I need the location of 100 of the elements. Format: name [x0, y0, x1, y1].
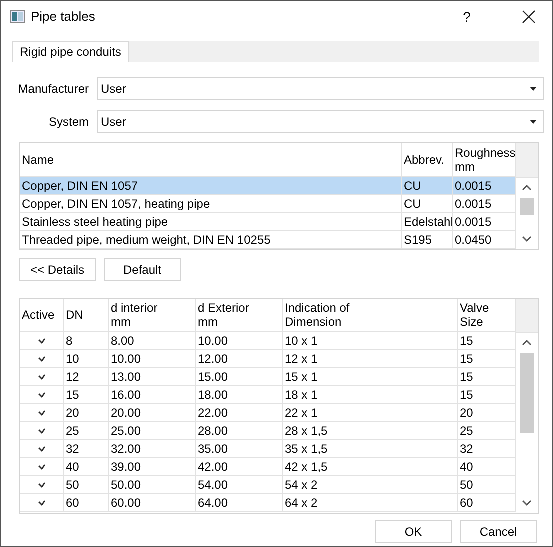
header-corner [516, 299, 538, 333]
checkbox-cell[interactable] [20, 332, 64, 350]
table-cell: 22.00 [196, 404, 283, 422]
table-cell: 50 [458, 476, 516, 494]
dialog-button[interactable]: Cancel [460, 520, 537, 543]
table-cell: 28.00 [196, 422, 283, 440]
table-cell: 32.00 [109, 440, 196, 458]
table-cell[interactable]: Threaded pipe, medium weight, DIN EN 10255 [20, 231, 402, 249]
table-cell[interactable]: Stainless steel heating pipe [20, 213, 402, 231]
table-cell: 50.00 [109, 476, 196, 494]
checkbox-cell[interactable] [20, 458, 64, 476]
table-cell: 42 x 1,5 [283, 458, 458, 476]
table-cell: 35 x 1,5 [283, 440, 458, 458]
scroll-down-icon[interactable] [522, 236, 532, 242]
table-cell: 42.00 [196, 458, 283, 476]
table-cell[interactable]: 0.0015 [453, 177, 516, 195]
table-cell[interactable]: 0.0015 [453, 195, 516, 213]
table-cell: 8 [64, 332, 109, 350]
check-icon [38, 392, 46, 398]
column-header: DN [64, 299, 109, 332]
check-icon [38, 446, 46, 452]
table-cell: 54 x 2 [283, 476, 458, 494]
table-cell: 8.00 [109, 332, 196, 350]
dialog-button[interactable]: OK [375, 520, 452, 543]
table-cell[interactable]: Copper, DIN EN 1057, heating pipe [20, 195, 402, 213]
dropdown-arrow-icon[interactable] [530, 120, 537, 124]
table-cell: 15 [458, 350, 516, 368]
check-icon [38, 356, 46, 362]
table-cell: 20 [64, 404, 109, 422]
column-header: Indication of Dimension [283, 299, 458, 332]
checkbox-cell[interactable] [20, 368, 64, 386]
table-cell: 15 [458, 368, 516, 386]
table-cell[interactable]: CU [402, 177, 453, 195]
table-cell: 15 [458, 332, 516, 350]
checkbox-cell[interactable] [20, 350, 64, 368]
checkbox-cell[interactable] [20, 404, 64, 422]
window-title: Pipe tables [31, 9, 96, 24]
column-header: Valve Size [458, 299, 516, 332]
table-cell: 32 [458, 440, 516, 458]
dropdown-arrow-icon[interactable] [530, 86, 537, 90]
table-cell: 18 x 1 [283, 386, 458, 404]
table-cell: 10 x 1 [283, 332, 458, 350]
table-cell: 60 [458, 494, 516, 512]
table-cell: 28 x 1,5 [283, 422, 458, 440]
check-icon [38, 500, 46, 506]
checkbox-cell[interactable] [20, 440, 64, 458]
app-icon [10, 10, 25, 23]
table-cell: 64.00 [196, 494, 283, 512]
table-cell[interactable]: 0.0450 [453, 231, 516, 249]
table-cell: 15 x 1 [283, 368, 458, 386]
table-cell: 12.00 [196, 350, 283, 368]
checkbox-cell[interactable] [20, 494, 64, 512]
checkbox-cell[interactable] [20, 422, 64, 440]
checkbox-cell[interactable] [20, 386, 64, 404]
field-label: Manufacturer [17, 82, 89, 96]
header-corner [516, 143, 538, 178]
action-button[interactable]: << Details [19, 258, 96, 281]
scrollbar-thumb[interactable] [520, 198, 534, 215]
table-cell: 32 [64, 440, 109, 458]
table-cell: 54.00 [196, 476, 283, 494]
table-cell: 15.00 [196, 368, 283, 386]
column-header: Active [20, 299, 64, 332]
table-cell: 40 [458, 458, 516, 476]
dropdown-field[interactable]: User [97, 110, 544, 133]
table-cell: 64 x 2 [283, 494, 458, 512]
column-header: d Exterior mm [196, 299, 283, 332]
column-header: Roughness mm [453, 143, 516, 177]
scroll-up-icon[interactable] [522, 340, 532, 346]
table-cell: 12 x 1 [283, 350, 458, 368]
table-cell: 10.00 [196, 332, 283, 350]
scroll-up-icon[interactable] [522, 185, 532, 191]
table-cell: 20 [458, 404, 516, 422]
table-cell: 25.00 [109, 422, 196, 440]
help-button[interactable]: ? [454, 4, 480, 30]
table-cell[interactable]: Copper, DIN EN 1057 [20, 177, 402, 195]
table-cell: 15 [458, 386, 516, 404]
check-icon [38, 464, 46, 470]
table-cell: 50 [64, 476, 109, 494]
scroll-down-icon[interactable] [522, 500, 532, 506]
table-cell: 22 x 1 [283, 404, 458, 422]
check-icon [38, 374, 46, 380]
column-header: Abbrev. [402, 143, 453, 177]
table-cell[interactable]: S195 [402, 231, 453, 249]
dropdown-field[interactable]: User [97, 77, 544, 100]
check-icon [38, 428, 46, 434]
table-cell: 10.00 [109, 350, 196, 368]
table-cell: 25 [458, 422, 516, 440]
check-icon [38, 338, 46, 344]
table-cell: 16.00 [109, 386, 196, 404]
scrollbar-thumb[interactable] [520, 353, 534, 433]
checkbox-cell[interactable] [20, 476, 64, 494]
table-cell[interactable]: 0.0015 [453, 213, 516, 231]
table-cell: 12 [64, 368, 109, 386]
field-label: System [48, 114, 89, 128]
table-cell: 40 [64, 458, 109, 476]
table-cell[interactable]: CU [402, 195, 453, 213]
column-header: d interior mm [109, 299, 196, 332]
action-button[interactable]: Default [104, 258, 181, 281]
tab[interactable]: Rigid pipe conduits [12, 41, 130, 62]
table-cell: 25 [64, 422, 109, 440]
